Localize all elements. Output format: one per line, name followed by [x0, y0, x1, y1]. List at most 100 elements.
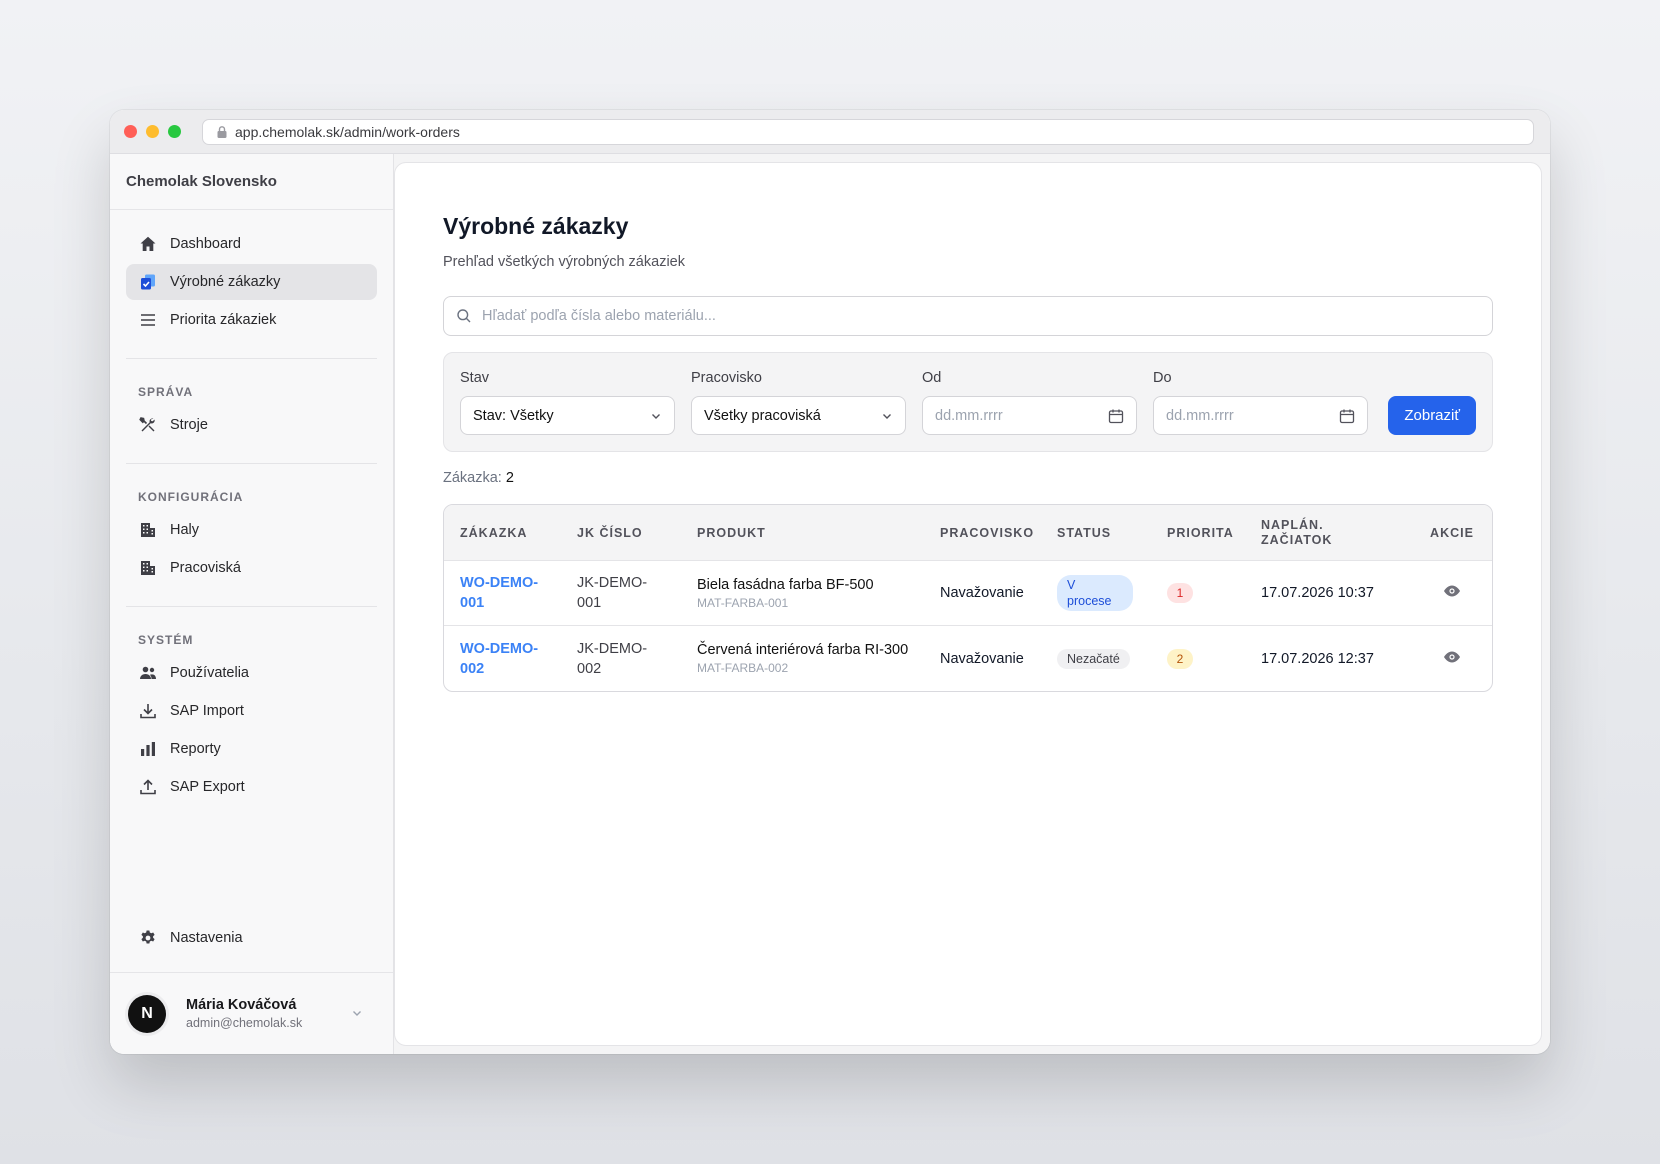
- content-panel: Výrobné zákazky Prehľad všetkých výrobný…: [394, 162, 1542, 1046]
- sidebar-item-halls[interactable]: Haly: [126, 512, 377, 548]
- sidebar-item-dashboard[interactable]: Dashboard: [126, 226, 377, 262]
- sidebar-item-label: Nastavenia: [170, 930, 243, 946]
- workplace-filter-label: Pracovisko: [691, 370, 762, 386]
- date-to-label: Do: [1153, 370, 1172, 386]
- status-filter-label: Stav: [460, 370, 490, 386]
- main-content: Výrobné zákazky Prehľad všetkých výrobný…: [394, 154, 1550, 1054]
- date-to-input[interactable]: dd.mm.rrrr: [1153, 396, 1368, 435]
- section-label-system: SYSTÉM: [138, 633, 194, 647]
- sidebar-item-label: Výrobné zákazky: [170, 274, 281, 290]
- sidebar-item-users[interactable]: Používatelia: [126, 655, 377, 691]
- divider: [126, 358, 377, 359]
- work-orders-table: ZÁKAZKA JK ČÍSLO PRODUKT PRACOVISKO STAT…: [443, 504, 1493, 692]
- calendar-icon[interactable]: [1339, 408, 1355, 424]
- product-cell: Červená interiérová farba RI-300 MAT-FARB…: [697, 642, 940, 675]
- priority-badge: 1: [1167, 583, 1193, 603]
- search-input[interactable]: [482, 308, 1492, 324]
- sidebar: Chemolak Slovensko Dashboard Výrobné zák…: [110, 154, 394, 1054]
- product-name: Biela fasádna farba BF-500: [697, 576, 874, 593]
- sidebar-item-workplaces[interactable]: Pracoviská: [126, 550, 377, 586]
- order-number-link[interactable]: WO-DEMO- 002: [444, 639, 577, 679]
- user-email: admin@chemolak.sk: [186, 1016, 303, 1030]
- minimize-window-button[interactable]: [146, 125, 159, 138]
- chevron-down-icon: [353, 1011, 361, 1016]
- sidebar-item-label: Dashboard: [170, 236, 241, 252]
- sidebar-item-machines[interactable]: Stroje: [126, 407, 377, 443]
- browser-titlebar: app.chemolak.sk/admin/work-orders: [110, 110, 1550, 154]
- sidebar-item-settings[interactable]: Nastavenia: [126, 920, 377, 956]
- column-header-text: NAPLÁN. ZAČIATOK: [1261, 517, 1333, 547]
- home-icon: [138, 234, 158, 254]
- building-icon: [138, 558, 158, 578]
- brand-name: Chemolak Slovensko: [110, 154, 393, 210]
- close-window-button[interactable]: [124, 125, 137, 138]
- table-row[interactable]: WO-DEMO- 001 JK-DEMO- 001 Biela fasádna fa…: [444, 561, 1492, 626]
- sidebar-item-label: Reporty: [170, 741, 221, 757]
- sidebar-item-sap-import[interactable]: SAP Import: [126, 693, 377, 729]
- material-code: MAT-FARBA-001: [697, 595, 789, 610]
- priority-badge: 2: [1167, 648, 1193, 669]
- column-header[interactable]: NAPLÁN. ZAČIATOK: [1261, 518, 1412, 548]
- show-results-button[interactable]: Zobraziť: [1388, 396, 1476, 435]
- divider: [126, 463, 377, 464]
- status-select-value: Stav: Všetky: [473, 407, 554, 424]
- users-icon: [138, 663, 158, 683]
- sidebar-item-sap-export[interactable]: SAP Export: [126, 769, 377, 805]
- user-menu[interactable]: N Mária Kováčová admin@chemolak.sk: [110, 972, 393, 1054]
- lock-icon: [217, 126, 227, 138]
- planned-start: 17.07.2026 12:37: [1261, 650, 1374, 667]
- workplace-select-value: Všetky pracoviská: [704, 407, 821, 424]
- address-bar[interactable]: app.chemolak.sk/admin/work-orders: [202, 119, 1534, 145]
- sidebar-item-reports[interactable]: Reporty: [126, 731, 377, 767]
- section-label-konfiguracia: KONFIGURÁCIA: [138, 490, 244, 504]
- sidebar-item-order-priority[interactable]: Priorita zákaziek: [126, 302, 377, 338]
- gear-icon: [138, 928, 158, 948]
- url-text: app.chemolak.sk/admin/work-orders: [235, 124, 460, 140]
- results-count-value: 2: [505, 470, 514, 486]
- workplace-select[interactable]: Všetky pracoviská: [691, 396, 906, 435]
- eye-icon[interactable]: [1443, 648, 1461, 666]
- product-name: Červená interiérová farba RI-300: [697, 642, 909, 658]
- chevron-down-icon: [652, 413, 660, 419]
- sidebar-item-label: Haly: [170, 522, 200, 538]
- column-header[interactable]: ZÁKAZKA: [444, 526, 577, 540]
- maximize-window-button[interactable]: [168, 125, 181, 138]
- sidebar-item-work-orders[interactable]: Výrobné zákazky: [126, 264, 377, 300]
- browser-window: app.chemolak.sk/admin/work-orders Chemol…: [110, 110, 1550, 1054]
- sidebar-item-label: Pracoviská: [170, 560, 241, 576]
- search-box[interactable]: [443, 296, 1493, 336]
- calendar-icon[interactable]: [1108, 408, 1124, 424]
- clipboard-check-icon: [138, 272, 158, 292]
- sidebar-item-label: Používatelia: [170, 665, 249, 681]
- user-name: Mária Kováčová: [186, 997, 297, 1013]
- column-header[interactable]: PRACOVISKO: [940, 526, 1057, 540]
- chevron-down-icon: [883, 413, 891, 419]
- date-from-input[interactable]: dd.mm.rrrr: [922, 396, 1137, 435]
- table-row[interactable]: WO-DEMO- 002 JK-DEMO- 002 Červená interiér…: [444, 626, 1492, 691]
- order-number-link[interactable]: WO-DEMO- 001: [444, 573, 577, 613]
- date-from-label: Od: [922, 370, 942, 386]
- column-header[interactable]: PRODUKT: [697, 526, 940, 540]
- upload-icon: [138, 777, 158, 797]
- column-header[interactable]: STATUS: [1057, 526, 1167, 540]
- column-header[interactable]: PRIORITA: [1167, 526, 1261, 540]
- page-title: Výrobné zákazky: [443, 213, 629, 239]
- sidebar-item-label: Stroje: [170, 417, 208, 433]
- avatar: N: [128, 994, 166, 1033]
- sidebar-item-label: SAP Export: [170, 779, 245, 795]
- search-icon: [457, 309, 471, 323]
- eye-icon[interactable]: [1443, 582, 1461, 600]
- building-icon: [138, 520, 158, 540]
- results-count: Zákazka: 2: [443, 470, 1493, 486]
- download-icon: [138, 701, 158, 721]
- table-header: ZÁKAZKA JK ČÍSLO PRODUKT PRACOVISKO STAT…: [444, 505, 1492, 561]
- jk-number: JK-DEMO- 002: [577, 640, 648, 677]
- status-badge: V procese: [1057, 575, 1133, 611]
- tools-icon: [138, 415, 158, 435]
- column-header[interactable]: JK ČÍSLO: [577, 526, 697, 540]
- status-select[interactable]: Stav: Všetky: [460, 396, 675, 435]
- results-count-label: Zákazka:: [443, 470, 502, 486]
- date-from-placeholder: dd.mm.rrrr: [935, 407, 1003, 424]
- sidebar-item-label: SAP Import: [170, 703, 244, 719]
- sidebar-item-label: Priorita zákaziek: [170, 312, 277, 328]
